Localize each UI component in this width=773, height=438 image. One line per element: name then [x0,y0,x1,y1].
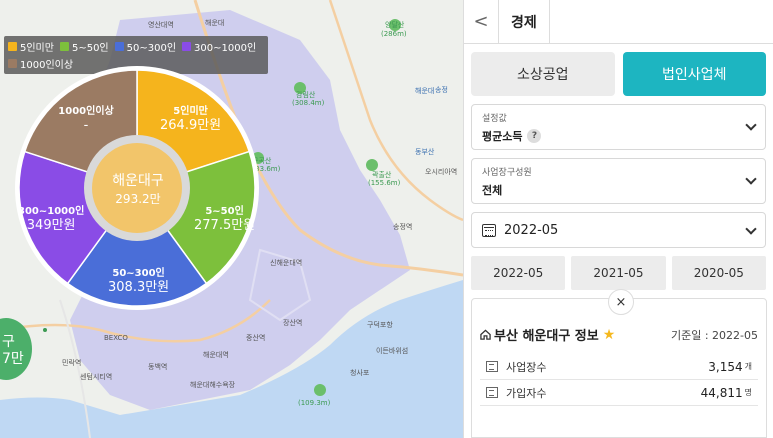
pie-center-name: 해운대구 [112,173,164,189]
corporate-business-button[interactable]: 법인사업체 [622,52,766,96]
pie-label-slice-2: 50~300인 308.3만원 [108,268,169,296]
pie-label-slice-0: 5인미만 264.9만원 [160,106,221,134]
setting-label: 설정값 [482,114,507,124]
small-business-button[interactable]: 소상공업 [471,52,615,96]
stat-label: 사업장수 [506,360,547,374]
chevron-down-icon [745,223,757,235]
region-info-card: × 부산 해운대구 정보 ★ 기준일 : 2022-05 사업장수 3,154 … [471,289,767,438]
building-icon [486,361,498,372]
slice-name: 300~1000인 [18,206,85,217]
help-icon[interactable]: ? [527,129,542,143]
slice-value: 264.9만원 [160,118,222,133]
home-icon [480,329,491,340]
info-title: 부산 해운대구 정보 [494,329,599,344]
stat-value: 3,154 [708,359,743,374]
date-chip-2022[interactable]: 2022-05 [471,256,566,290]
tab-economy[interactable]: 경제 [498,0,550,43]
date-chip-2020[interactable]: 2020-05 [671,256,766,290]
composition-label: 사업장구성원 [482,168,532,178]
stat-unit: 개 [744,362,752,371]
panel-tabbar: < 경제 [464,0,773,44]
setting-select[interactable]: 설정값 평균소득 ? [471,104,766,150]
slice-value: 277.5만원 [194,218,256,233]
slice-name: 1000인이상 [58,106,114,117]
slice-name: 50~300인 [112,268,165,279]
slice-value: - [83,118,89,133]
composition-select[interactable]: 사업장구성원 전체 [471,158,766,204]
slice-value: 349만원 [26,218,76,233]
close-icon[interactable]: × [608,289,634,315]
back-icon[interactable]: < [464,0,498,43]
date-value: 2022-05 [504,222,559,238]
slice-value: 308.3만원 [108,280,170,295]
setting-value: 평균소득 [482,130,523,143]
date-select[interactable]: 2022-05 [471,212,766,248]
stat-row-subscribers: 가입자수 44,811 명 [480,380,758,406]
pie-label-slice-1: 5~50인 277.5만원 [194,206,255,234]
slice-name: 5인미만 [173,106,208,117]
calendar-icon [482,223,496,237]
stat-row-workplaces: 사업장수 3,154 개 [480,354,758,380]
stat-label: 가입자수 [506,386,547,400]
pie-label-slice-4: 1000인이상 - [56,106,116,134]
business-type-toggle: 소상공업 법인사업체 [464,44,773,96]
composition-value: 전체 [482,184,503,197]
date-chips: 2022-05 2021-05 2020-05 [464,248,773,290]
base-date: 기준일 : 2022-05 [670,328,758,342]
side-panel: < 경제 소상공업 법인사업체 설정값 평균소득 ? 사업장구성원 전체 202… [463,0,773,438]
building-icon [486,387,498,398]
pie-center-value: 293.2만 [115,192,161,206]
pie-center-label: 해운대구 293.2만 [98,170,178,207]
star-icon[interactable]: ★ [603,327,616,343]
stat-value: 44,811 [700,385,743,400]
map-view[interactable]: 영산대역 해운대 양달산 (286m) 감림산 (308.4m) 해운대 송정 … [0,0,463,438]
stat-unit: 명 [744,388,752,397]
slice-name: 5~50인 [205,206,244,217]
pie-label-slice-3: 300~1000인 349만원 [18,206,84,234]
date-chip-2021[interactable]: 2021-05 [571,256,666,290]
